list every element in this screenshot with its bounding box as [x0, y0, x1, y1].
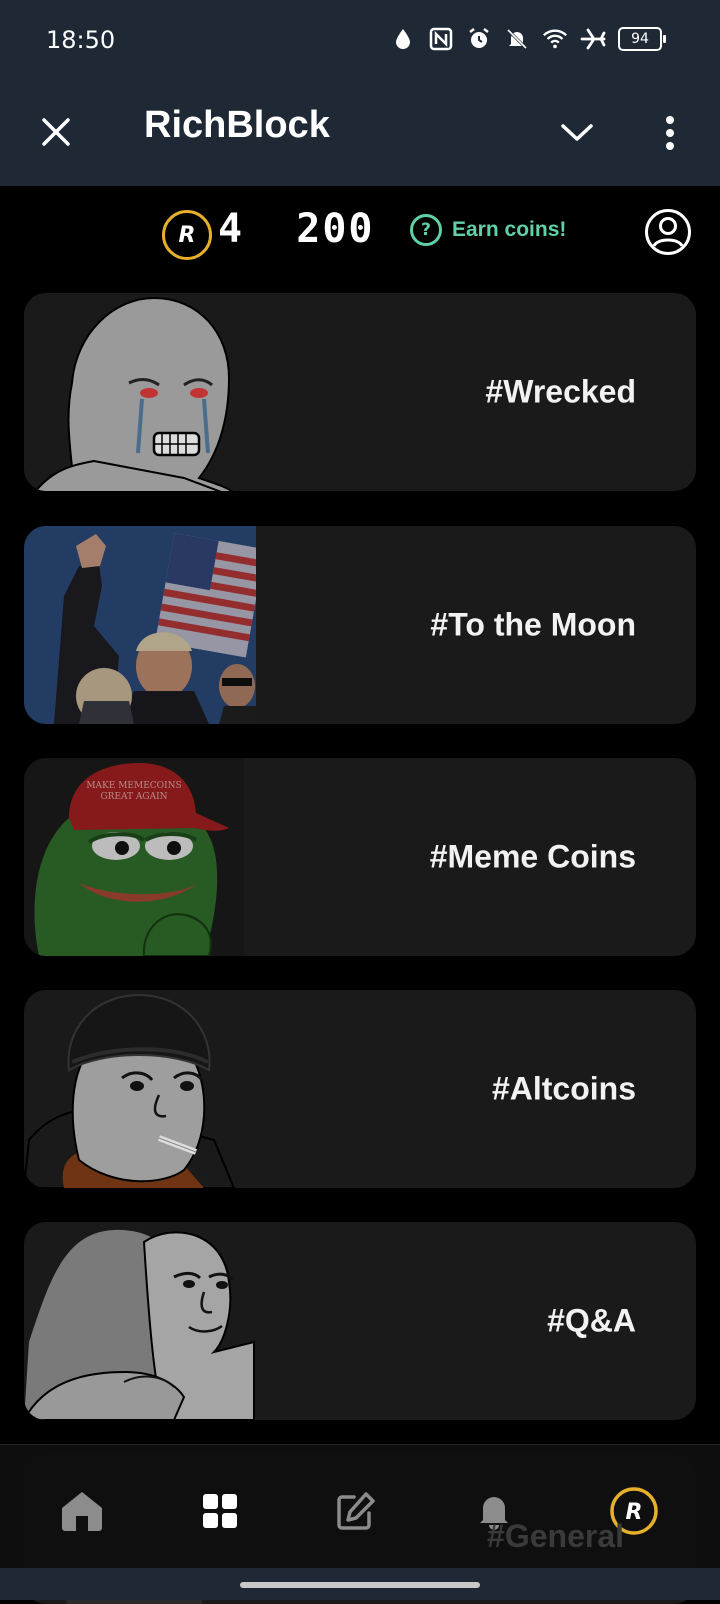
bell-off-icon [504, 26, 530, 52]
category-label: #Meme Coins [429, 838, 636, 875]
help-icon: ? [410, 214, 442, 246]
category-card-wrecked[interactable]: #Wrecked [24, 293, 696, 491]
app-title: RichBlock [144, 104, 330, 146]
alarm-icon [466, 26, 492, 52]
nav-new-post[interactable] [326, 1481, 386, 1541]
earn-coins-button[interactable]: ? Earn coins! [410, 214, 566, 246]
category-label: #Wrecked [485, 373, 636, 410]
home-indicator[interactable] [240, 1582, 480, 1588]
chevron-down-icon [561, 124, 593, 141]
coin-balance: 4 200 [218, 206, 375, 252]
nfc-icon [428, 26, 454, 52]
status-icons: 94 [390, 26, 666, 52]
grid-icon [203, 1494, 237, 1528]
nav-home[interactable] [52, 1481, 112, 1541]
category-card-to-the-moon[interactable]: #To the Moon [24, 526, 696, 724]
coin-icon: R [162, 210, 212, 260]
svg-text:R: R [626, 1500, 643, 1525]
close-button[interactable] [30, 106, 82, 158]
close-icon [42, 118, 70, 146]
wifi-icon [542, 26, 568, 52]
status-time: 18:50 [46, 26, 116, 54]
user-icon [645, 209, 691, 255]
nav-categories[interactable] [190, 1481, 250, 1541]
profile-button[interactable] [644, 208, 692, 256]
wojak-hug-image [24, 1229, 255, 1420]
category-label-peek: #General [487, 1518, 624, 1554]
wojak-beanie-image [24, 993, 236, 1188]
status-bar: 18:50 94 [0, 0, 720, 84]
home-icon [62, 1492, 102, 1531]
category-label: #Altcoins [491, 1070, 636, 1107]
wojak-crying-image [34, 296, 234, 491]
category-label: #Q&A [547, 1302, 636, 1339]
more-vertical-icon [666, 116, 674, 150]
battery-icon: 94 [618, 27, 666, 51]
edit-icon [337, 1492, 375, 1530]
pepe-maga-hat-image: MAKE MEMECOINS GREAT AGAIN [24, 758, 244, 956]
collapse-button[interactable] [552, 108, 602, 158]
category-card-meme-coins[interactable]: MAKE MEMECOINS GREAT AGAIN #Meme Coins [24, 758, 696, 956]
more-menu-button[interactable] [648, 106, 692, 160]
airplane-icon [580, 26, 606, 52]
gesture-bar [0, 1568, 720, 1600]
water-drop-icon [390, 26, 416, 52]
rally-photo-image [24, 526, 256, 724]
category-label: #To the Moon [430, 606, 636, 643]
category-card-qa[interactable]: #Q&A [24, 1222, 696, 1420]
category-card-altcoins[interactable]: #Altcoins [24, 990, 696, 1188]
earn-coins-label: Earn coins! [452, 218, 567, 241]
app-bar: RichBlock [0, 84, 720, 186]
coins-row: R 4 200 ? Earn coins! [0, 186, 720, 282]
